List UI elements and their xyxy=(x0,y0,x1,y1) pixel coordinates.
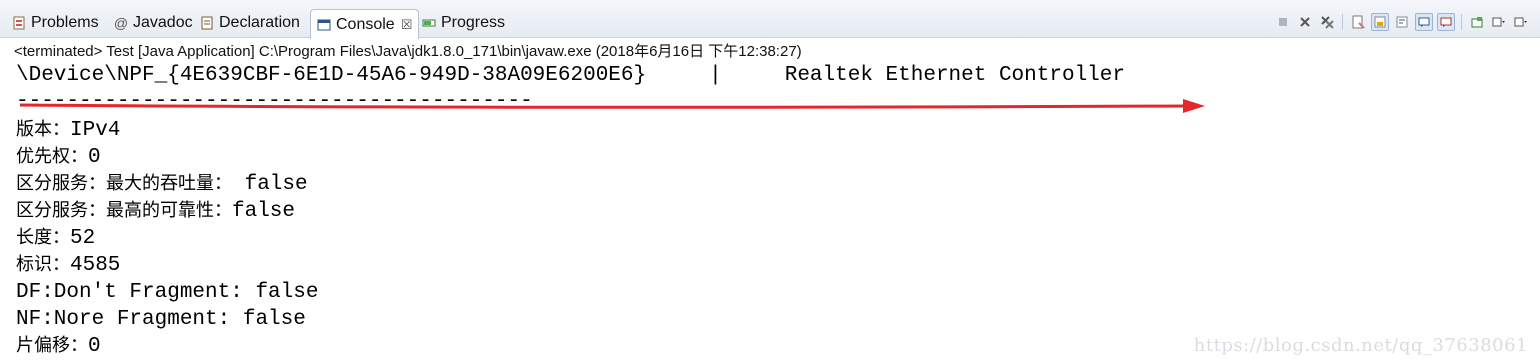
tab-label: Problems xyxy=(31,14,99,31)
remove-launch-icon[interactable] xyxy=(1296,13,1314,31)
console-line: 区分服务：最大的吞吐量： false xyxy=(16,173,308,196)
clear-console-icon[interactable] xyxy=(1349,13,1367,31)
console-line: 标识：4585 xyxy=(16,254,121,277)
pin-console-icon[interactable] xyxy=(1468,13,1486,31)
console-output: 版本：IPv4 优先权：0 区分服务：最大的吞吐量： false 区分服务：最高… xyxy=(16,116,318,359)
red-arrow-annotation xyxy=(20,99,1205,113)
scroll-lock-icon[interactable] xyxy=(1371,13,1389,31)
close-icon[interactable]: ☒ xyxy=(401,17,413,33)
console-line: 片偏移：0 xyxy=(16,335,101,358)
tab-console[interactable]: Console ☒ xyxy=(310,9,420,39)
tab-progress[interactable]: Progress xyxy=(422,9,505,37)
tab-label: Declaration xyxy=(219,14,300,31)
show-stdout-icon[interactable] xyxy=(1415,13,1433,31)
remove-all-icon[interactable] xyxy=(1318,13,1336,31)
tab-label: Progress xyxy=(441,14,506,31)
tab-problems[interactable]: Problems xyxy=(12,9,99,37)
tab-javadoc[interactable]: @ Javadoc xyxy=(114,9,193,37)
console-toolbar xyxy=(1270,12,1530,32)
show-stderr-icon[interactable] xyxy=(1437,13,1455,31)
console-icon xyxy=(317,18,331,32)
word-wrap-icon[interactable] xyxy=(1393,13,1411,31)
console-line: 优先权：0 xyxy=(16,146,101,169)
toolbar-separator xyxy=(1342,14,1343,30)
declaration-icon xyxy=(200,16,214,30)
tab-label: Javadoc xyxy=(133,14,193,31)
console-line: NF:Nore Fragment: false xyxy=(16,308,306,331)
progress-icon xyxy=(422,16,436,30)
terminate-icon[interactable] xyxy=(1274,13,1292,31)
problems-icon xyxy=(12,16,26,30)
tab-label: Console xyxy=(336,15,395,33)
display-console-icon[interactable] xyxy=(1490,13,1508,31)
new-console-icon[interactable] xyxy=(1512,13,1530,31)
console-line: 版本：IPv4 xyxy=(16,119,121,142)
javadoc-icon: @ xyxy=(113,15,129,31)
console-line: 区分服务：最高的可靠性：false xyxy=(16,200,296,223)
console-line: 长度：52 xyxy=(16,227,96,250)
view-tab-bar: Problems @ Javadoc Declaration Console ☒… xyxy=(0,0,1540,39)
toolbar-separator xyxy=(1461,14,1462,30)
console-status-line: <terminated> Test [Java Application] C:\… xyxy=(14,43,802,60)
console-line: DF:Don't Fragment: false xyxy=(16,281,319,304)
device-line: \Device\NPF_{4E639CBF-6E1D-45A6-949D-38A… xyxy=(16,64,1125,87)
watermark: https://blog.csdn.net/qq_37638061 xyxy=(1193,335,1528,356)
tab-declaration[interactable]: Declaration xyxy=(200,9,300,37)
